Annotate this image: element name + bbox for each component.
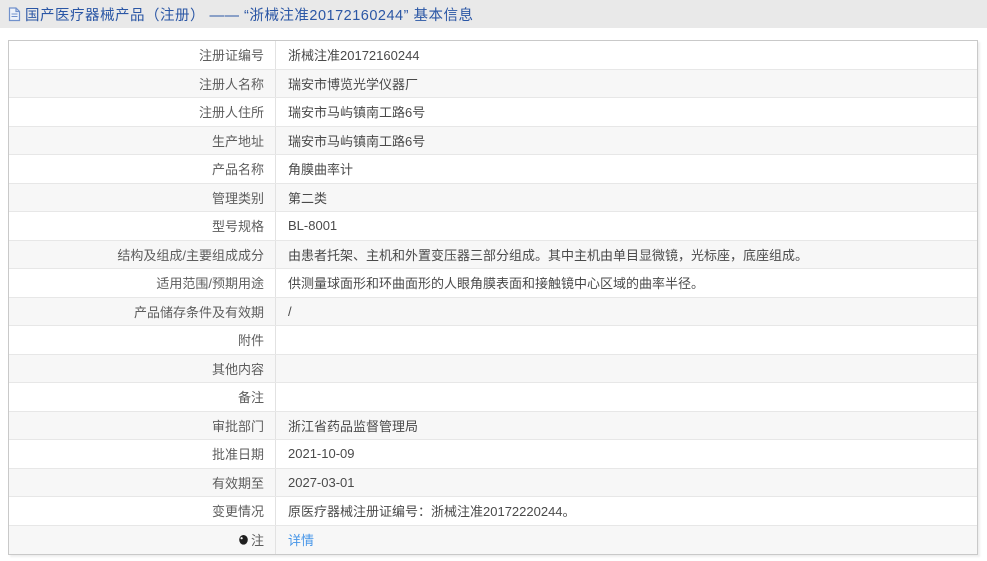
info-table: 注册证编号 浙械注准20172160244 注册人名称 瑞安市博览光学仪器厂 注册人住所… — [8, 40, 978, 555]
row-value — [275, 383, 977, 411]
table-row: 备注 — [9, 383, 977, 412]
row-value: 详情 — [275, 525, 977, 554]
table-row: 审批部门 浙江省药品监督管理局 — [9, 411, 977, 440]
row-label: 变更情况 — [211, 504, 264, 520]
row-label: 注册人名称 — [198, 76, 264, 92]
table-row: 管理类别 第二类 — [9, 183, 977, 212]
row-value: 供测量球面形和环曲面形的人眼角膜表面和接触镜中心区域的曲率半径。 — [275, 269, 977, 297]
row-value: 第二类 — [275, 183, 977, 211]
row-label: 型号规格 — [211, 219, 264, 235]
table-row: 生产地址 瑞安市马屿镇南工路6号 — [9, 126, 977, 155]
row-value: / — [275, 297, 977, 325]
table-row: 产品储存条件及有效期 / — [9, 297, 977, 326]
header-bar: 国产医疗器械产品（注册） —— “浙械注准20172160244” 基本信息 — [0, 0, 987, 28]
table-row: 有效期至 2027-03-01 — [9, 468, 977, 497]
row-value: 2027-03-01 — [275, 468, 977, 496]
row-label: 生产地址 — [211, 133, 264, 149]
row-label: 注册人住所 — [198, 105, 264, 121]
row-label: 其他内容 — [211, 361, 264, 377]
document-icon — [8, 6, 21, 22]
table-row: 型号规格 BL-8001 — [9, 212, 977, 241]
row-value: 瑞安市马屿镇南工路6号 — [275, 98, 977, 126]
row-value: 瑞安市马屿镇南工路6号 — [275, 126, 977, 154]
row-value: BL-8001 — [275, 212, 977, 240]
row-value: 瑞安市博览光学仪器厂 — [275, 69, 977, 97]
row-label: 批准日期 — [211, 447, 264, 463]
note-icon — [238, 534, 249, 546]
row-value — [275, 354, 977, 382]
page-title: 国产医疗器械产品（注册） —— “浙械注准20172160244” 基本信息 — [25, 7, 474, 24]
row-value: 2021-10-09 — [275, 440, 977, 468]
row-value: 浙械注准20172160244 — [275, 41, 977, 69]
row-value — [275, 326, 977, 354]
row-label: 备注 — [237, 390, 264, 406]
table-row: 产品名称 角膜曲率计 — [9, 155, 977, 184]
row-value: 浙江省药品监督管理局 — [275, 411, 977, 439]
table-row: 注册证编号 浙械注准20172160244 — [9, 41, 977, 70]
row-value: 由患者托架、主机和外置变压器三部分组成。其中主机由单目显微镜，光标座，底座组成。 — [275, 240, 977, 268]
table-row: 适用范围/预期用途 供测量球面形和环曲面形的人眼角膜表面和接触镜中心区域的曲率半径… — [9, 269, 977, 298]
row-label: 注册证编号 — [198, 48, 264, 64]
row-label: 结构及组成/主要组成成分 — [117, 247, 264, 263]
row-label: 有效期至 — [211, 475, 264, 491]
row-label: 产品名称 — [211, 162, 264, 178]
row-label: 审批部门 — [211, 418, 264, 434]
table-row: 批准日期 2021-10-09 — [9, 440, 977, 469]
row-label: 注 — [9, 526, 275, 555]
row-label: 产品储存条件及有效期 — [133, 304, 264, 320]
table-row: 结构及组成/主要组成成分 由患者托架、主机和外置变压器三部分组成。其中主机由单目显… — [9, 240, 977, 269]
row-label: 适用范围/预期用途 — [156, 276, 264, 292]
table-row: 附件 — [9, 326, 977, 355]
table-row: 注详情 — [9, 525, 977, 555]
table-row: 其他内容 — [9, 354, 977, 383]
details-link[interactable]: 详情 — [288, 530, 314, 549]
row-value: 原医疗器械注册证编号：浙械注准20172220244。 — [275, 497, 977, 525]
row-label: 管理类别 — [211, 190, 264, 206]
table-row: 注册人名称 瑞安市博览光学仪器厂 — [9, 69, 977, 98]
row-label: 附件 — [237, 333, 264, 349]
table-row: 注册人住所 瑞安市马屿镇南工路6号 — [9, 98, 977, 127]
table-row: 变更情况 原医疗器械注册证编号：浙械注准20172220244。 — [9, 497, 977, 526]
row-value: 角膜曲率计 — [275, 155, 977, 183]
